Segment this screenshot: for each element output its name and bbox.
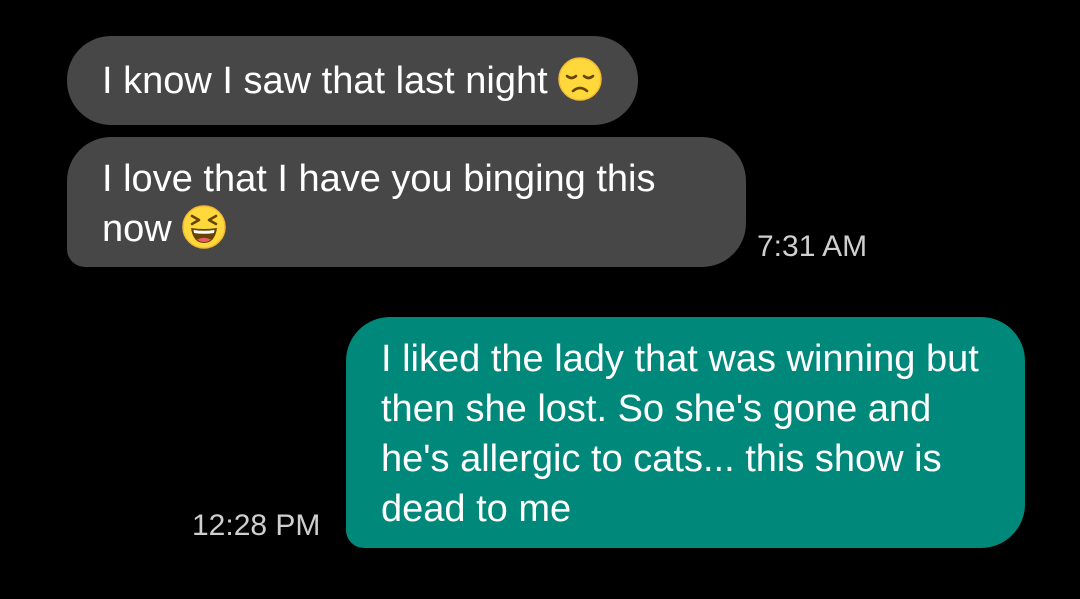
incoming-message-bubble[interactable]: I know I saw that last night <box>67 36 638 125</box>
message-text: I know I saw that last night <box>102 60 548 102</box>
message-timestamp: 7:31 AM <box>757 230 868 263</box>
message-text: I liked the lady that was winning but th… <box>381 338 979 530</box>
message-timestamp: 12:28 PM <box>192 509 321 542</box>
grinning-squinting-face-icon <box>181 205 226 249</box>
incoming-message-bubble[interactable]: I love that I have you binging this now <box>67 137 746 267</box>
outgoing-message-bubble[interactable]: I liked the lady that was winning but th… <box>346 317 1025 548</box>
disappointed-face-icon <box>557 57 602 101</box>
